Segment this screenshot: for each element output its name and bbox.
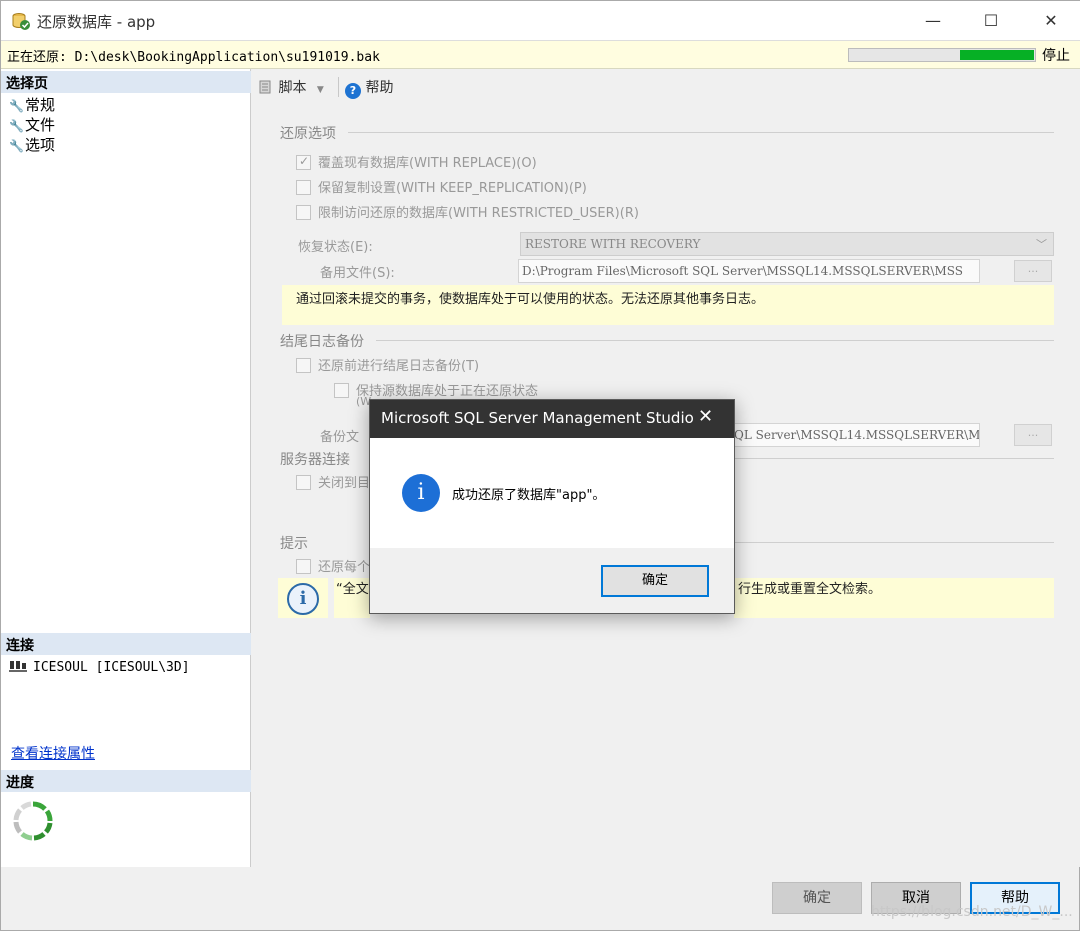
wrench-icon: 🔧 bbox=[9, 119, 24, 133]
overwrite-checkbox[interactable]: 覆盖现有数据库(WITH REPLACE)(O) bbox=[296, 152, 537, 171]
info-icon: i bbox=[287, 583, 319, 615]
nav-item-options[interactable]: 🔧选项 bbox=[9, 134, 55, 154]
restore-status-text: 正在还原: D:\desk\BookingApplication\su19101… bbox=[7, 50, 380, 65]
standby-file-label: 备用文件(S): bbox=[320, 266, 395, 281]
toolbar: 脚本 ▼ ? 帮助 bbox=[252, 69, 1080, 103]
checkbox-label: 覆盖现有数据库(WITH REPLACE)(O) bbox=[318, 156, 537, 171]
title-bar: 还原数据库 - app — ☐ ✕ bbox=[1, 1, 1080, 41]
recovery-info-text: 通过回滚未提交的事务，使数据库处于可以使用的状态。无法还原其他事务日志。 bbox=[282, 285, 1054, 325]
wrench-icon: 🔧 bbox=[9, 139, 24, 153]
nav-item-label: 文件 bbox=[25, 116, 56, 134]
checkbox-box[interactable] bbox=[296, 180, 311, 195]
checkbox-label: 限制访问还原的数据库(WITH RESTRICTED_USER)(R) bbox=[318, 206, 639, 221]
maximize-button[interactable]: ☐ bbox=[961, 1, 1021, 41]
recovery-state-label: 恢复状态(E): bbox=[298, 240, 373, 255]
tail-log-backup-checkbox[interactable]: 还原前进行结尾日志备份(T) bbox=[296, 355, 479, 374]
close-connections-checkbox[interactable]: 关闭到目 bbox=[296, 472, 370, 491]
help-label: 帮助 bbox=[365, 80, 394, 96]
chevron-down-icon: ﹀ bbox=[1036, 238, 1047, 251]
chevron-down-icon[interactable]: ▼ bbox=[317, 85, 324, 95]
wrench-icon: 🔧 bbox=[9, 99, 24, 113]
help-icon: ? bbox=[345, 83, 361, 99]
server-connection-title: 服务器连接 bbox=[280, 452, 350, 468]
nav-item-label: 常规 bbox=[25, 96, 56, 114]
script-button[interactable]: 脚本 ▼ bbox=[258, 77, 324, 97]
restore-progress-bar bbox=[848, 48, 1036, 62]
checkbox-label: 保持源数据库处于正在还原状态 bbox=[356, 384, 539, 399]
checkbox-box[interactable] bbox=[296, 358, 311, 373]
checkbox-box[interactable] bbox=[296, 559, 311, 574]
information-icon: i bbox=[402, 474, 440, 512]
left-panel: 选择页 🔧常规 🔧文件 🔧选项 连接 ICESOUL [ICESOUL\3D] … bbox=[1, 69, 251, 867]
dialog-body: i 成功还原了数据库"app"。 bbox=[370, 438, 734, 548]
script-label: 脚本 bbox=[278, 80, 307, 96]
select-page-header: 选择页 bbox=[1, 71, 251, 93]
success-dialog: Microsoft SQL Server Management Studio ✕… bbox=[369, 399, 735, 614]
group-divider bbox=[730, 458, 1054, 459]
tail-log-title: 结尾日志备份 bbox=[280, 334, 364, 350]
backup-file-label: 备份文 bbox=[320, 430, 360, 445]
backup-file-input[interactable]: QL Server\MSSQL14.MSSQLSERVER\MSS bbox=[730, 423, 980, 447]
restrict-access-checkbox[interactable]: 限制访问还原的数据库(WITH RESTRICTED_USER)(R) bbox=[296, 202, 639, 221]
hint-title: 提示 bbox=[280, 536, 308, 552]
dialog-footer: 确定 bbox=[370, 548, 734, 613]
progress-header: 进度 bbox=[1, 770, 251, 792]
checkbox-box[interactable] bbox=[334, 383, 349, 398]
keep-replication-checkbox[interactable]: 保留复制设置(WITH KEEP_REPLICATION)(P) bbox=[296, 177, 587, 196]
checkbox-box[interactable] bbox=[296, 475, 311, 490]
recovery-state-value: RESTORE WITH RECOVERY bbox=[525, 237, 701, 251]
progress-spinner-icon bbox=[13, 801, 53, 841]
checkbox-label: 还原前进行结尾日志备份(T) bbox=[318, 359, 480, 374]
group-divider bbox=[348, 132, 1054, 133]
stop-button[interactable]: 停止 bbox=[1042, 45, 1070, 65]
server-connection-icon bbox=[9, 661, 27, 672]
minimize-button[interactable]: — bbox=[903, 1, 963, 41]
fulltext-info-right: 行生成或重置全文检索。 bbox=[734, 578, 1054, 618]
progress-fill bbox=[959, 50, 1034, 60]
view-connection-properties-link[interactable]: 查看连接属性 bbox=[11, 743, 95, 763]
checkbox-label: 还原每个 bbox=[318, 560, 371, 575]
checkbox-label: 保留复制设置(WITH KEEP_REPLICATION)(P) bbox=[318, 181, 587, 196]
group-divider bbox=[376, 340, 1054, 341]
dialog-message: 成功还原了数据库"app"。 bbox=[452, 488, 606, 503]
connection-value: ICESOUL [ICESOUL\3D] bbox=[33, 660, 190, 675]
watermark: https://blog.csdn.net/D_W_... bbox=[871, 904, 1073, 920]
restore-status-bar: 正在还原: D:\desk\BookingApplication\su19101… bbox=[1, 41, 1080, 69]
restore-each-checkbox[interactable]: 还原每个 bbox=[296, 556, 370, 575]
dialog-title: Microsoft SQL Server Management Studio bbox=[381, 409, 694, 427]
help-toolbar-button[interactable]: ? 帮助 bbox=[345, 77, 393, 99]
close-button[interactable]: ✕ bbox=[1021, 1, 1080, 41]
fulltext-info-left: “全文 bbox=[334, 578, 370, 618]
checkbox-box[interactable] bbox=[296, 205, 311, 220]
info-icon-box: i bbox=[278, 578, 328, 618]
toolbar-separator bbox=[338, 77, 339, 97]
standby-file-input[interactable]: D:\Program Files\Microsoft SQL Server\MS… bbox=[518, 259, 980, 283]
checkbox-box[interactable] bbox=[296, 154, 311, 170]
connection-info: ICESOUL [ICESOUL\3D] bbox=[9, 659, 190, 675]
group-divider bbox=[730, 542, 1054, 543]
ok-button[interactable]: 确定 bbox=[772, 882, 862, 914]
dialog-close-button[interactable]: ✕ bbox=[698, 406, 713, 427]
backup-browse-button[interactable]: ... bbox=[1014, 424, 1052, 446]
restore-database-window: 还原数据库 - app — ☐ ✕ 正在还原: D:\desk\BookingA… bbox=[0, 0, 1080, 931]
script-icon bbox=[259, 80, 271, 94]
dialog-ok-button[interactable]: 确定 bbox=[601, 565, 709, 597]
database-restore-icon bbox=[12, 13, 30, 30]
checkbox-label: 关闭到目 bbox=[318, 476, 371, 491]
window-title: 还原数据库 - app bbox=[37, 13, 156, 31]
connection-header: 连接 bbox=[1, 633, 251, 655]
restore-options-title: 还原选项 bbox=[280, 126, 336, 142]
standby-browse-button[interactable]: ... bbox=[1014, 260, 1052, 282]
recovery-state-select[interactable]: RESTORE WITH RECOVERY ﹀ bbox=[520, 232, 1054, 256]
nav-item-label: 选项 bbox=[25, 136, 56, 154]
dialog-title-bar: Microsoft SQL Server Management Studio ✕ bbox=[370, 400, 734, 438]
nav-item-files[interactable]: 🔧文件 bbox=[9, 114, 55, 134]
nav-item-general[interactable]: 🔧常规 bbox=[9, 94, 55, 114]
